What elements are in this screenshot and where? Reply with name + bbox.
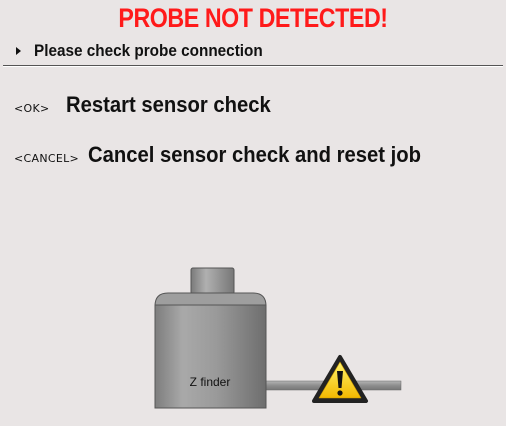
probe-body-top xyxy=(154,292,267,307)
probe-body xyxy=(154,304,267,409)
probe-cap xyxy=(190,267,235,295)
device-label: Z finder xyxy=(189,375,231,389)
probe-illustration xyxy=(154,267,402,409)
warning-triangle-icon xyxy=(312,355,368,403)
